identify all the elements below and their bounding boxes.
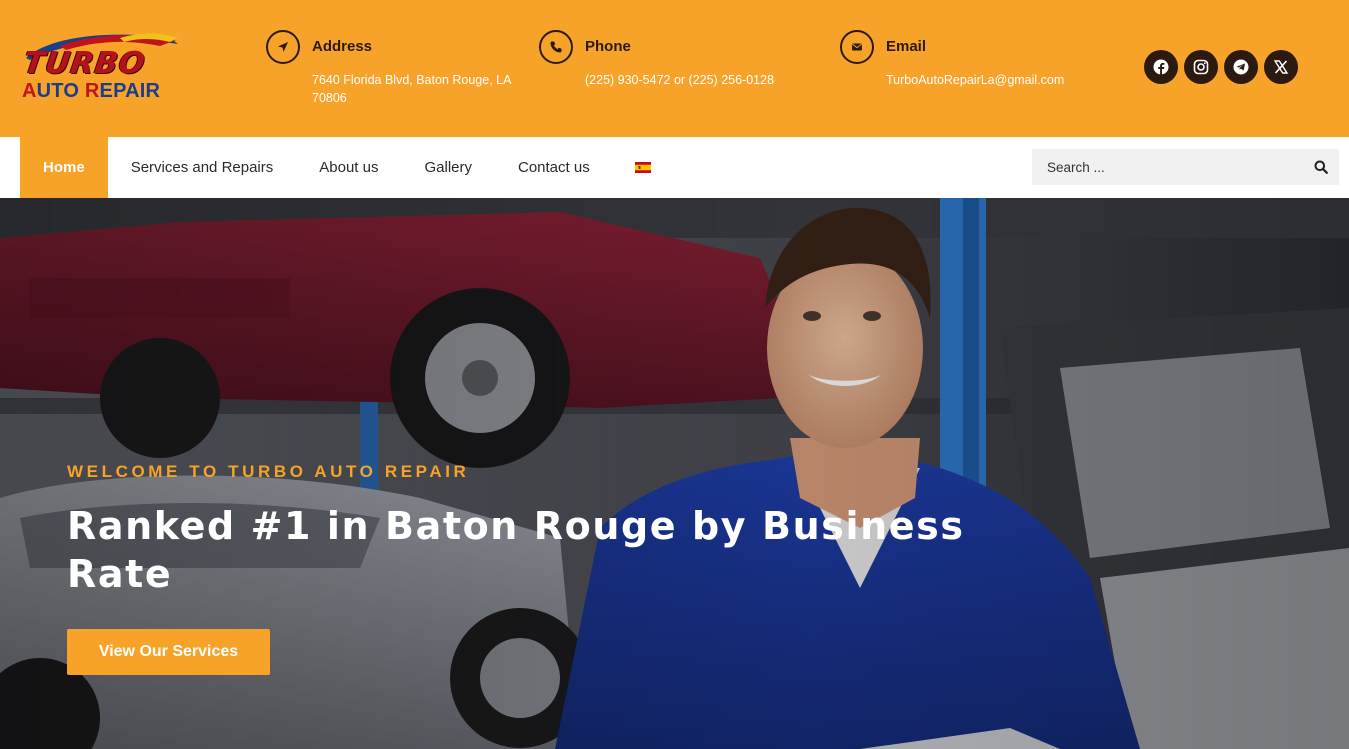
- search-icon[interactable]: [1311, 157, 1331, 177]
- nav-item-services[interactable]: Services and Repairs: [108, 137, 297, 198]
- facebook-icon[interactable]: [1144, 50, 1178, 84]
- phone-text[interactable]: (225) 930-5472 or (225) 256-0128: [585, 71, 825, 89]
- nav-item-gallery[interactable]: Gallery: [401, 137, 495, 198]
- language-switcher[interactable]: [613, 137, 673, 198]
- telegram-icon[interactable]: [1224, 50, 1258, 84]
- search-box: [1032, 149, 1339, 185]
- search-input[interactable]: [1032, 149, 1302, 185]
- hero-kicker: WELCOME TO TURBO AUTO REPAIR: [67, 462, 470, 481]
- nav-item-home[interactable]: Home: [20, 137, 108, 198]
- spain-flag-icon: [634, 162, 651, 173]
- instagram-icon[interactable]: [1184, 50, 1218, 84]
- email-text[interactable]: TurboAutoRepairLa@gmail.com: [886, 71, 1106, 89]
- phone-title: Phone: [585, 38, 631, 55]
- nav-item-about[interactable]: About us: [296, 137, 401, 198]
- address-title: Address: [312, 38, 373, 55]
- email-title: Email: [886, 38, 927, 55]
- address-text: 7640 Florida Blvd, Baton Rouge, LA 70806: [312, 73, 511, 105]
- top-header: TURBO AUTO REPAIR Address 7640 Florida B…: [0, 0, 1349, 137]
- main-navigation: Home Services and Repairs About us Galle…: [0, 137, 1349, 198]
- view-services-button[interactable]: View Our Services: [67, 629, 270, 675]
- phone-icon: [539, 30, 573, 64]
- site-logo[interactable]: TURBO AUTO REPAIR: [20, 28, 182, 106]
- envelope-icon: [840, 30, 874, 64]
- social-links: [1144, 50, 1298, 84]
- hero-title: Ranked #1 in Baton Rouge by Business Rat…: [67, 504, 965, 596]
- location-arrow-icon: [266, 30, 300, 64]
- nav-menu: Home Services and Repairs About us Galle…: [20, 137, 673, 198]
- hero-banner: WELCOME TO TURBO AUTO REPAIR Ranked #1 i…: [0, 198, 1349, 749]
- x-twitter-icon[interactable]: [1264, 50, 1298, 84]
- logo-wordmark: TURBO: [21, 46, 148, 81]
- logo-subtitle: AUTO REPAIR: [22, 80, 161, 102]
- nav-item-contact[interactable]: Contact us: [495, 137, 613, 198]
